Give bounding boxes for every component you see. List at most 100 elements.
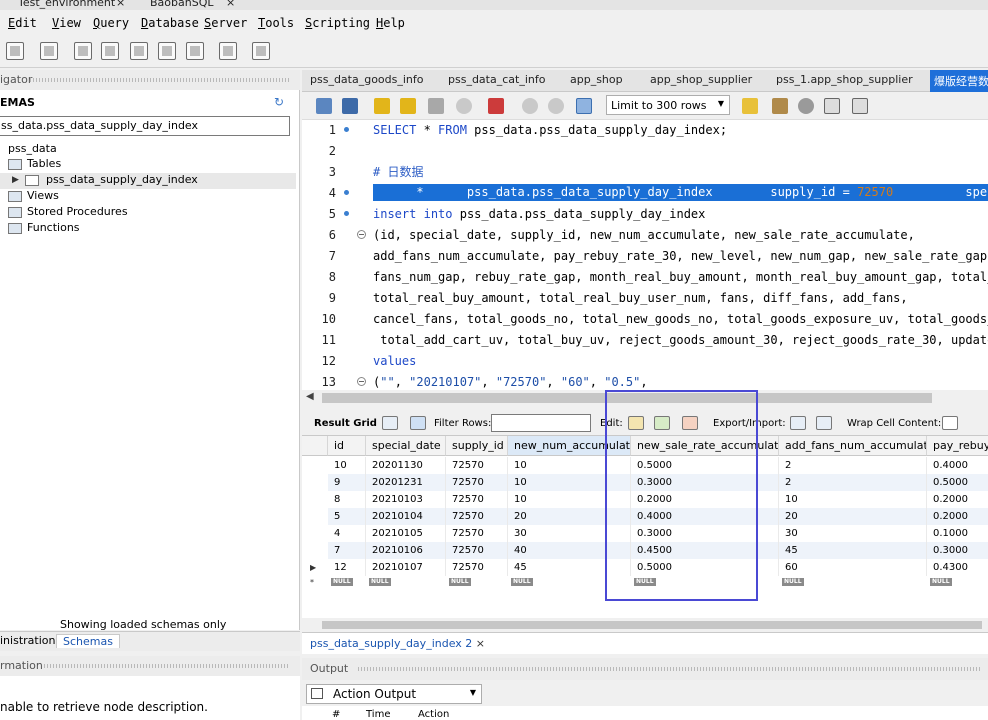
table-cell[interactable]: 20201231 bbox=[366, 474, 446, 491]
column-header-add-fans-num-accumulate[interactable]: add_fans_num_accumulate bbox=[779, 436, 927, 456]
window-tab-baobansql[interactable]: BaobanSQL bbox=[150, 0, 213, 10]
grid-view-icon[interactable] bbox=[382, 416, 398, 430]
output-type-select[interactable]: Action Output ▼ bbox=[306, 684, 482, 704]
table-cell[interactable]: 4 bbox=[328, 525, 366, 542]
table-cell[interactable]: 0.1000 bbox=[927, 525, 988, 542]
save-icon[interactable] bbox=[342, 98, 358, 114]
beautify-icon[interactable] bbox=[772, 98, 788, 114]
table-cell[interactable]: 0.5000 bbox=[927, 474, 988, 491]
table-cell[interactable]: 2 bbox=[779, 457, 927, 474]
table-cell[interactable]: 8 bbox=[328, 491, 366, 508]
fold-icon[interactable] bbox=[357, 230, 366, 239]
tab-pss-data-cat-info[interactable]: pss_data_cat_info bbox=[448, 73, 545, 86]
window-tab-test-environment[interactable]: Test_environment bbox=[18, 0, 115, 10]
menu-server[interactable]: Server bbox=[204, 16, 247, 30]
table-cell[interactable]: 0.3000 bbox=[927, 542, 988, 559]
table-cell[interactable]: 5 bbox=[328, 508, 366, 525]
table-cell[interactable]: 45 bbox=[779, 542, 927, 559]
toggle-error-icon[interactable] bbox=[488, 98, 504, 114]
table-cell[interactable]: 72570 bbox=[446, 491, 508, 508]
rollback-icon[interactable] bbox=[548, 98, 564, 114]
create-procedure-icon[interactable] bbox=[158, 42, 176, 60]
tab-app-shop-supplier[interactable]: app_shop_supplier bbox=[650, 73, 752, 86]
table-cell[interactable]: 20201130 bbox=[366, 457, 446, 474]
panel-grip[interactable] bbox=[358, 667, 980, 671]
explain-icon[interactable] bbox=[428, 98, 444, 114]
table-cell[interactable]: 20 bbox=[779, 508, 927, 525]
wrap-lines-icon[interactable] bbox=[852, 98, 868, 114]
table-cell[interactable]: 60 bbox=[779, 559, 927, 576]
table-cell[interactable]: 10 bbox=[779, 491, 927, 508]
export-icon[interactable] bbox=[790, 416, 806, 430]
table-cell[interactable]: 20210104 bbox=[366, 508, 446, 525]
table-cell[interactable]: 12 bbox=[328, 559, 366, 576]
autocommit-icon[interactable] bbox=[576, 98, 592, 114]
table-cell[interactable]: 0.2000 bbox=[927, 508, 988, 525]
table-cell[interactable]: 72570 bbox=[446, 457, 508, 474]
close-icon[interactable]: × bbox=[476, 637, 485, 650]
bookmark-icon[interactable] bbox=[742, 98, 758, 114]
schema-filter-input[interactable]: ss_data.pss_data_supply_day_index bbox=[0, 116, 290, 136]
tab-pss-data-goods-info[interactable]: pss_data_goods_info bbox=[310, 73, 424, 86]
table-cell[interactable]: 72570 bbox=[446, 542, 508, 559]
reconnect-icon[interactable] bbox=[252, 42, 270, 60]
table-cell[interactable]: 30 bbox=[779, 525, 927, 542]
limit-rows-select[interactable]: Limit to 300 rows ▼ bbox=[606, 95, 730, 115]
null-badge[interactable]: NULL bbox=[449, 578, 471, 586]
refresh-icon[interactable]: ↻ bbox=[274, 96, 286, 108]
expand-caret-icon[interactable]: ▶ bbox=[12, 175, 19, 185]
new-sql-tab-icon[interactable] bbox=[6, 42, 24, 60]
result-tab[interactable]: pss_data_supply_day_index 2 × bbox=[310, 637, 485, 650]
menu-tools[interactable]: Tools bbox=[258, 16, 294, 30]
tab-schemas[interactable]: Schemas bbox=[56, 634, 120, 648]
table-cell[interactable]: 10 bbox=[328, 457, 366, 474]
create-schema-icon[interactable] bbox=[74, 42, 92, 60]
fold-icon[interactable] bbox=[357, 377, 366, 386]
close-icon[interactable]: × bbox=[116, 0, 125, 10]
table-cell[interactable]: 9 bbox=[328, 474, 366, 491]
close-icon[interactable]: × bbox=[226, 0, 235, 10]
table-cell[interactable]: 0.2000 bbox=[927, 491, 988, 508]
null-badge[interactable]: NULL bbox=[331, 578, 353, 586]
commit-icon[interactable] bbox=[522, 98, 538, 114]
menu-edit[interactable]: Edit bbox=[8, 16, 37, 30]
sql-editor[interactable]: 1 2 3 4 5 6 7 8 9 10 11 12 13 SELECT * F… bbox=[302, 120, 988, 390]
scroll-left-icon[interactable]: ◀ bbox=[306, 391, 314, 402]
table-cell[interactable]: 72570 bbox=[446, 508, 508, 525]
import-icon[interactable] bbox=[816, 416, 832, 430]
null-badge[interactable]: NULL bbox=[369, 578, 391, 586]
table-cell[interactable]: 7 bbox=[328, 542, 366, 559]
create-function-icon[interactable] bbox=[186, 42, 204, 60]
menu-query[interactable]: Query bbox=[93, 16, 129, 30]
tab-active-query[interactable]: 爆版经营数 bbox=[930, 70, 988, 92]
create-table-icon[interactable] bbox=[101, 42, 119, 60]
table-cell[interactable]: 20210105 bbox=[366, 525, 446, 542]
execute-icon[interactable] bbox=[374, 98, 390, 114]
table-cell[interactable]: 0.4300 bbox=[927, 559, 988, 576]
menu-help[interactable]: Help bbox=[376, 16, 405, 30]
tab-pss1-app-shop-supplier[interactable]: pss_1.app_shop_supplier bbox=[776, 73, 913, 86]
tree-table-item[interactable]: ▶ pss_data_supply_day_index bbox=[0, 173, 296, 189]
search-table-icon[interactable] bbox=[219, 42, 237, 60]
table-cell[interactable]: 20210107 bbox=[366, 559, 446, 576]
find-icon[interactable] bbox=[798, 98, 814, 114]
filter-rows-input[interactable] bbox=[491, 414, 591, 432]
stop-icon[interactable] bbox=[456, 98, 472, 114]
table-cell[interactable]: 0.4000 bbox=[927, 457, 988, 474]
null-badge[interactable]: NULL bbox=[930, 578, 952, 586]
null-badge[interactable]: NULL bbox=[782, 578, 804, 586]
result-grid-label[interactable]: Result Grid bbox=[314, 418, 377, 429]
column-header-id[interactable]: id bbox=[328, 436, 366, 456]
invisible-chars-icon[interactable] bbox=[824, 98, 840, 114]
refresh-icon[interactable] bbox=[410, 416, 426, 430]
table-cell[interactable]: 72570 bbox=[446, 474, 508, 491]
grid-horizontal-scrollbar[interactable] bbox=[302, 618, 988, 632]
menu-view[interactable]: View bbox=[52, 16, 81, 30]
panel-grip[interactable] bbox=[30, 78, 290, 82]
menu-scripting[interactable]: Scripting bbox=[305, 16, 370, 30]
execute-current-icon[interactable] bbox=[400, 98, 416, 114]
column-header-special-date[interactable]: special_date bbox=[366, 436, 446, 456]
panel-grip[interactable] bbox=[44, 664, 290, 668]
table-cell[interactable]: 72570 bbox=[446, 559, 508, 576]
table-cell[interactable]: 20210106 bbox=[366, 542, 446, 559]
